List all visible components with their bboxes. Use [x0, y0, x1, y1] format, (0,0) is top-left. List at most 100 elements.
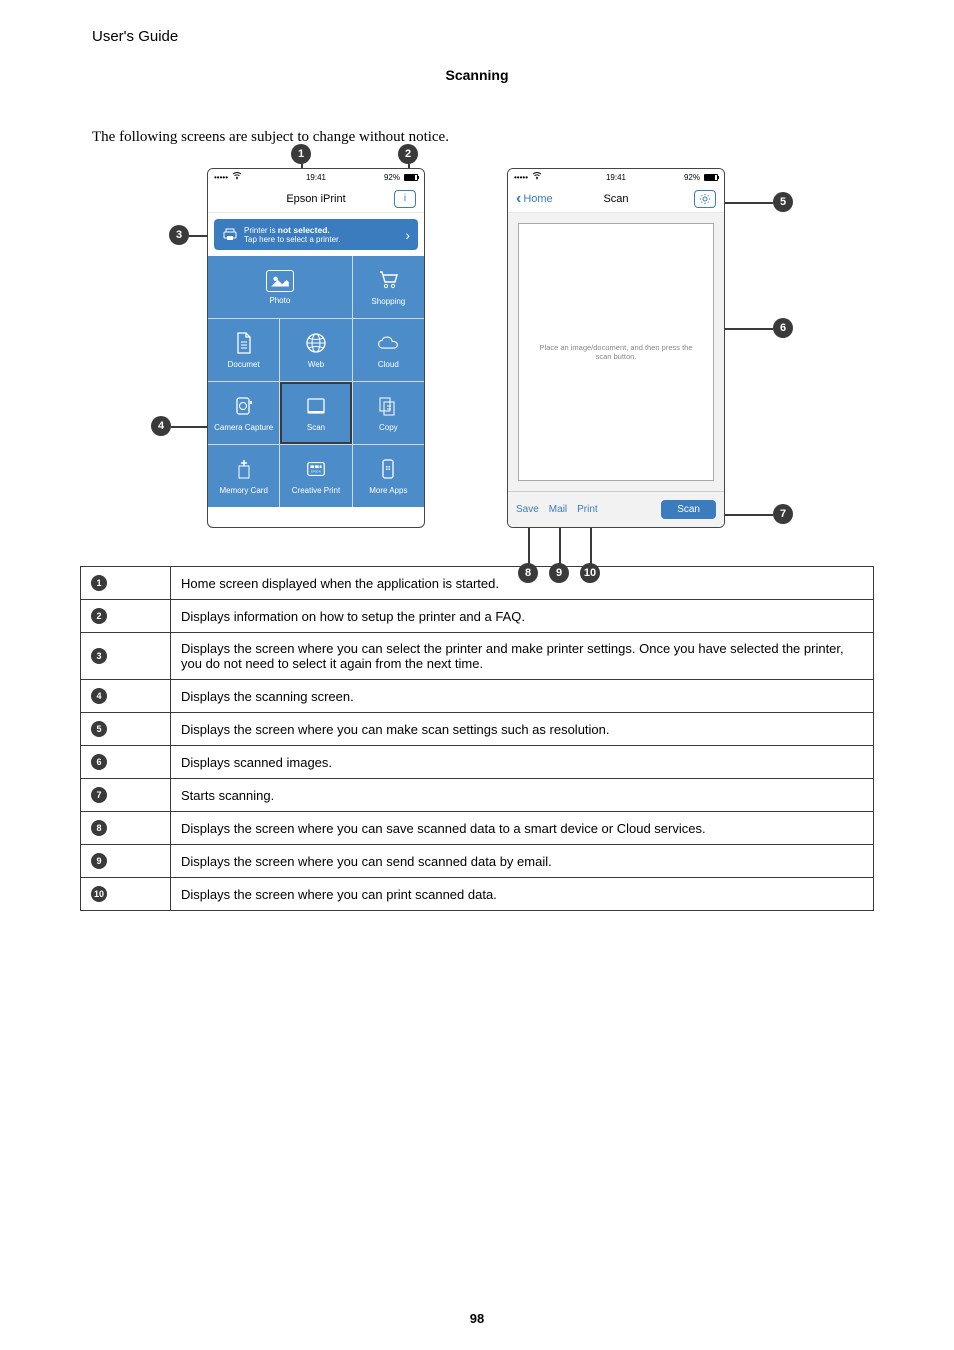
app-title: Epson iPrint [286, 193, 345, 205]
table-row: 2 Displays information on how to setup th… [81, 600, 874, 633]
scan-button[interactable]: Scan [661, 500, 716, 519]
clock: 19:41 [606, 173, 626, 182]
globe-icon [305, 332, 327, 356]
print-button[interactable]: Print [577, 504, 598, 515]
status-bar: ••••• 19:41 92% [208, 169, 424, 185]
document-icon [233, 332, 255, 356]
signal-dots: ••••• [214, 173, 228, 182]
save-button[interactable]: Save [516, 504, 539, 515]
phone-home: ••••• 19:41 92% Epson iPrint i [207, 168, 425, 528]
callout-table: 1Home screen displayed when the applicat… [80, 566, 874, 911]
phone-scan: ••••• 19:41 92% Home Scan [507, 168, 725, 528]
callout-1: 1 [291, 144, 311, 164]
callout-num: 7 [91, 787, 107, 803]
callout-num: 9 [91, 853, 107, 869]
navbar-home: Epson iPrint i [208, 185, 424, 213]
callout-6: 6 [773, 318, 793, 338]
figure: 1 2 3 4 ••••• 19:41 92% [0, 146, 954, 556]
section-heading: Scanning [0, 67, 954, 83]
battery-icon [704, 174, 718, 181]
callout-2: 2 [398, 144, 418, 164]
tile-label: Documet [228, 360, 260, 369]
table-row: 5 Displays the screen where you can make … [81, 713, 874, 746]
home-grid: Photo Shopping Documet Web Cloud [208, 256, 424, 507]
table-row: 4 Displays the scanning screen. [81, 680, 874, 713]
tile-scan[interactable]: Scan [280, 382, 351, 444]
tile-cloud[interactable]: Cloud [353, 319, 424, 381]
callout-desc: Displays information on how to setup the… [171, 600, 874, 633]
printer-banner-text: Printer is not selected. Tap here to sel… [244, 225, 341, 244]
photo-icon [266, 270, 294, 292]
phone-scan-wrap: 5 6 7 8 9 10 ••••• 19:41 92% [507, 168, 807, 528]
copy-icon [377, 395, 399, 419]
clock: 19:41 [306, 173, 326, 182]
mail-button[interactable]: Mail [549, 504, 567, 515]
wifi-icon [532, 172, 542, 182]
tile-label: Copy [379, 423, 398, 432]
back-button[interactable]: Home [516, 190, 553, 208]
creative-icon: EPSON [305, 458, 327, 482]
wifi-icon [232, 172, 242, 182]
callout-num: 5 [91, 721, 107, 737]
tile-shopping[interactable]: Shopping [353, 256, 424, 318]
cloud-icon [377, 332, 399, 356]
callout-desc: Displays scanned images. [171, 746, 874, 779]
scan-toolbar: Save Mail Print Scan [508, 491, 724, 527]
callout-num: 3 [91, 648, 107, 664]
chevron-right-icon: › [405, 227, 410, 243]
tile-creative[interactable]: EPSON Creative Print [280, 445, 351, 507]
printer-select-banner[interactable]: Printer is not selected. Tap here to sel… [214, 219, 418, 250]
table-row: 1Home screen displayed when the applicat… [81, 567, 874, 600]
tile-web[interactable]: Web [280, 319, 351, 381]
callout-5: 5 [773, 192, 793, 212]
callout-num: 8 [91, 820, 107, 836]
callout-num: 4 [91, 688, 107, 704]
screen-title: Scan [603, 193, 628, 205]
callout-10: 10 [580, 563, 600, 583]
tile-camera[interactable]: Camera Capture [208, 382, 279, 444]
callout-num: 6 [91, 754, 107, 770]
battery-pct: 92% [684, 173, 700, 182]
tile-label: Cloud [378, 360, 399, 369]
tile-label: Camera Capture [214, 423, 273, 432]
tile-document[interactable]: Documet [208, 319, 279, 381]
table-row: 7 Starts scanning. [81, 779, 874, 812]
guide-title: User's Guide [92, 28, 178, 45]
more-apps-icon [377, 458, 399, 482]
camera-icon [233, 395, 255, 419]
svg-text:EPSON: EPSON [311, 469, 321, 473]
battery-pct: 92% [384, 173, 400, 182]
page-number: 98 [0, 1311, 954, 1326]
callout-8: 8 [518, 563, 538, 583]
tile-copy[interactable]: Copy [353, 382, 424, 444]
callout-desc: Displays the screen where you can make s… [171, 713, 874, 746]
callout-num: 2 [91, 608, 107, 624]
navbar-scan: Home Scan [508, 185, 724, 213]
intro-text: The following screens are subject to cha… [0, 83, 954, 146]
scan-icon [305, 395, 327, 419]
tile-memory[interactable]: Memory Card [208, 445, 279, 507]
tile-label: Shopping [371, 297, 405, 306]
cart-icon [377, 269, 399, 293]
settings-button[interactable] [694, 190, 716, 208]
tile-photo[interactable]: Photo [208, 256, 352, 318]
signal-dots: ••••• [514, 173, 528, 182]
callout-desc: Displays the screen where you can select… [171, 633, 874, 680]
callout-desc: Displays the screen where you can print … [171, 878, 874, 911]
tile-more[interactable]: More Apps [353, 445, 424, 507]
tile-label: Creative Print [292, 486, 340, 495]
callout-3: 3 [169, 225, 189, 245]
callout-num: 1 [91, 575, 107, 591]
placeholder-text: Place an image/document, and then press … [533, 343, 699, 361]
tile-label: Scan [307, 423, 325, 432]
callout-desc: Displays the scanning screen. [171, 680, 874, 713]
table-row: 6 Displays scanned images. [81, 746, 874, 779]
info-button[interactable]: i [394, 190, 416, 208]
callout-9: 9 [549, 563, 569, 583]
callout-num: 10 [91, 886, 107, 902]
callout-desc: Starts scanning. [171, 779, 874, 812]
battery-icon [404, 174, 418, 181]
memory-card-icon [233, 458, 255, 482]
tile-label: Web [308, 360, 324, 369]
table-row: 3 Displays the screen where you can selec… [81, 633, 874, 680]
